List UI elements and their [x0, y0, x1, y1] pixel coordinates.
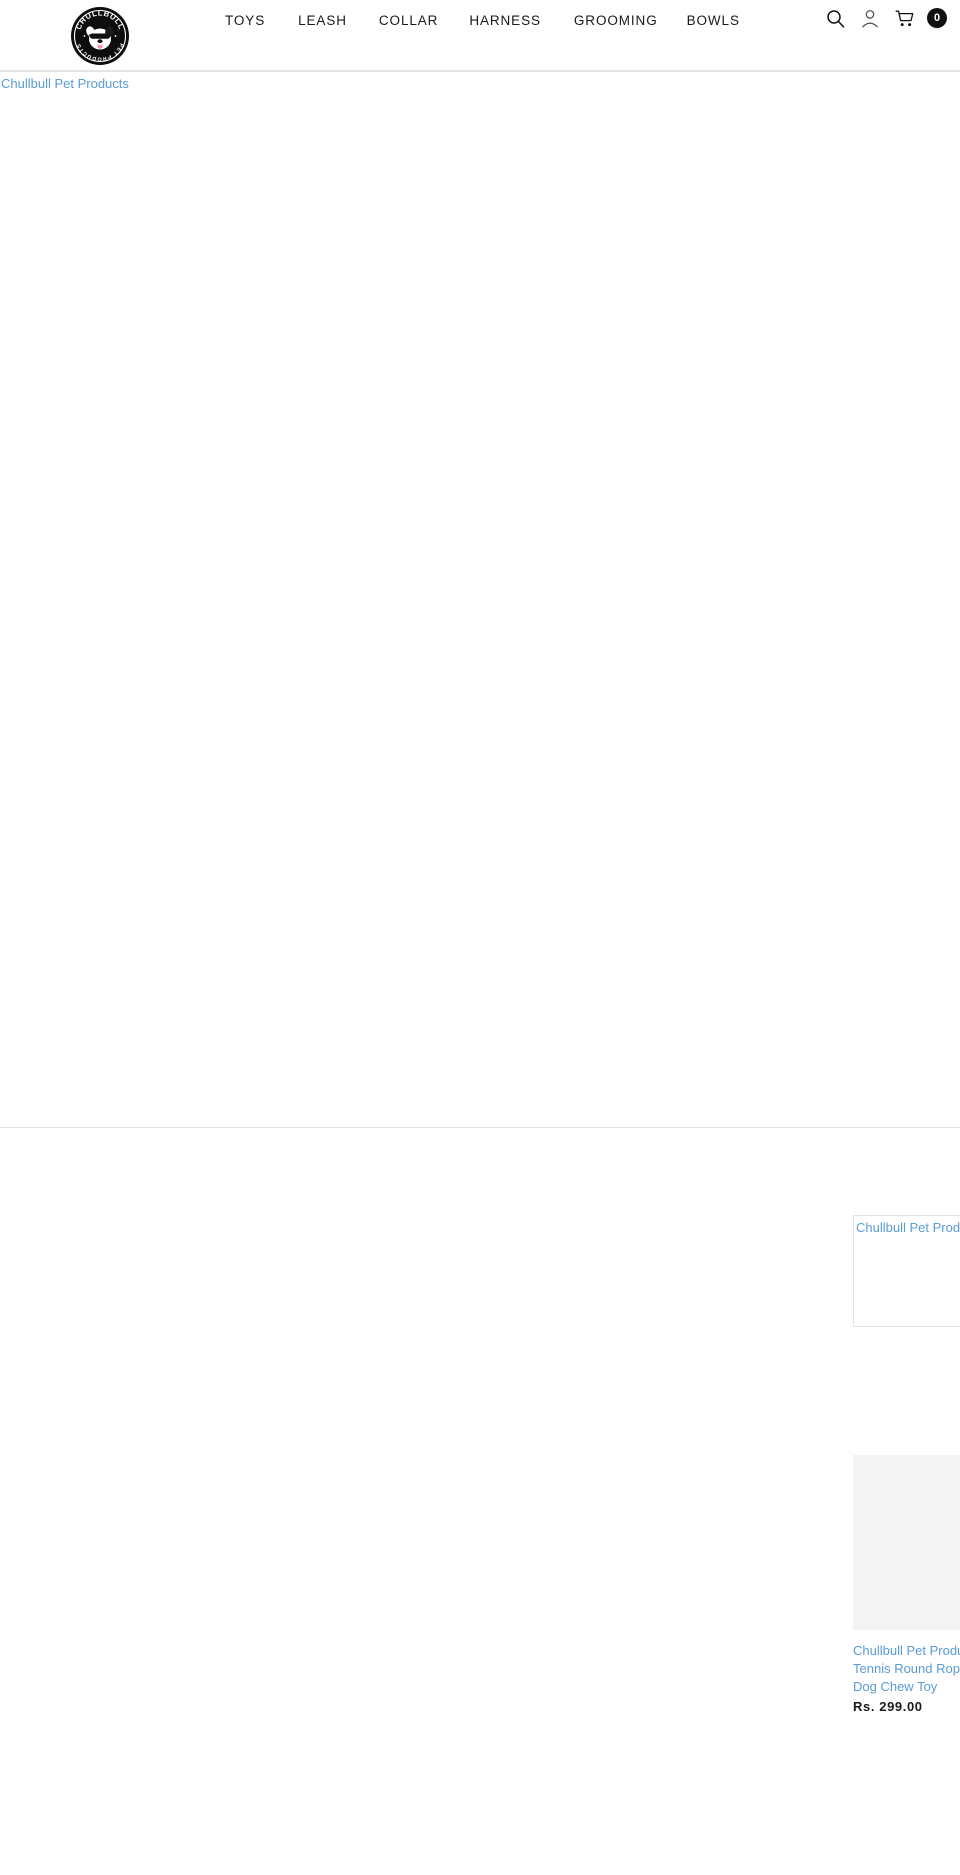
product-meta: Chullbull Pet Produ Tennis Round Rope Do…: [853, 1630, 960, 1714]
hero-banner-image[interactable]: Chullbull Pet Products: [0, 71, 960, 1128]
nav-item-bowls[interactable]: BOWLS: [687, 13, 740, 28]
logo-badge-icon: CHULLBULL PET PRODUCTS: [71, 7, 129, 65]
nav-item-grooming[interactable]: GROOMING: [574, 13, 687, 28]
nav-item-leash[interactable]: LEASH: [298, 13, 379, 28]
search-icon[interactable]: [824, 6, 846, 30]
product-image[interactable]: [853, 1455, 960, 1630]
chullbull-pet-products-logo[interactable]: CHULLBULL PET PRODUCTS: [70, 6, 130, 66]
main-navigation: TOYS LEASH COLLAR HARNESS GROOMING BOWLS: [225, 13, 740, 28]
product-price: Rs. 299.00: [853, 1699, 923, 1714]
collection-title-link[interactable]: Dog Toys: [853, 1344, 960, 1362]
product-vendor: Chullbull Pet Produ: [853, 1643, 960, 1658]
header-actions: 0: [824, 6, 947, 30]
product-title-link[interactable]: Tennis Round Rope Dog Chew Toy: [853, 1660, 960, 1696]
cart-icon[interactable]: [894, 6, 916, 30]
collection-thumbnail-image[interactable]: Chullbull Pet Produ: [853, 1215, 960, 1327]
site-header: CHULLBULL PET PRODUCTS TOYS LEASH COLLAR…: [0, 0, 960, 71]
product-card: Chullbull Pet Produ Tennis Round Rope Do…: [853, 1455, 960, 1714]
nav-item-harness[interactable]: HARNESS: [469, 13, 574, 28]
collection-block: Chullbull Pet Produ Dog Toys: [853, 1215, 960, 1362]
nav-item-collar[interactable]: COLLAR: [379, 13, 469, 28]
hero-banner-alt-text: Chullbull Pet Products: [1, 76, 129, 91]
account-icon[interactable]: [859, 6, 881, 30]
nav-item-toys[interactable]: TOYS: [225, 13, 298, 28]
storefront-page: CHULLBULL PET PRODUCTS TOYS LEASH COLLAR…: [0, 0, 960, 1875]
collection-thumbnail-alt-text: Chullbull Pet Produ: [856, 1220, 960, 1235]
cart-count-badge[interactable]: 0: [927, 8, 947, 28]
